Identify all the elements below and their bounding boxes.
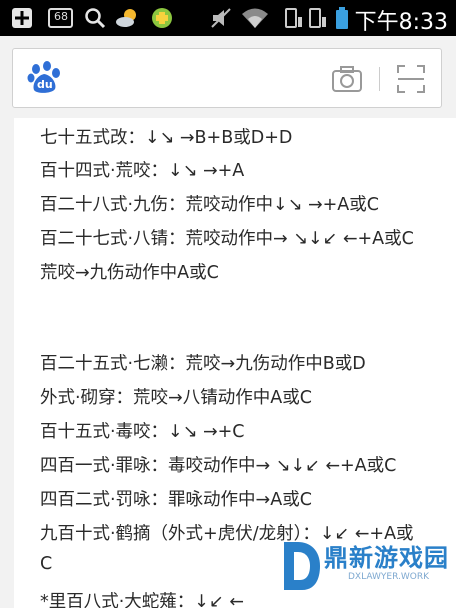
weather-icon <box>114 7 142 29</box>
status-bar: 68 下午8:33 <box>0 0 456 36</box>
baidu-logo-text: du <box>37 78 53 91</box>
notification-icon: 68 <box>48 7 74 29</box>
add-icon <box>10 7 34 29</box>
move-line: 百二十七式·八锖：荒咬动作中→ ↘↓↙ ←+A或C <box>40 229 414 249</box>
wifi-icon <box>240 7 270 29</box>
move-line: 四百二式·罚咏：罪咏动作中→A或C <box>40 490 312 510</box>
move-line: 荒咬→九伤动作中A或C <box>40 263 219 283</box>
move-line: 百十四式·荒咬：↓↘ →+A <box>40 161 245 181</box>
signal-2-icon <box>308 7 328 29</box>
watermark-brand: 鼎新游戏园 <box>324 544 449 572</box>
game-icon <box>150 7 174 29</box>
move-line: *里百八式·大蛇薙：↓↙ ← <box>40 592 244 608</box>
move-line: C <box>40 554 53 574</box>
search-icon <box>84 7 106 29</box>
status-time: 下午8:33 <box>354 10 448 35</box>
camera-icon[interactable] <box>331 65 363 93</box>
move-line: 七十五式改：↓↘ →B+B或D+D <box>40 128 293 148</box>
search-input[interactable]: du <box>12 48 442 108</box>
search-divider <box>379 67 380 91</box>
move-line: 百十五式·毒咬：↓↘ →+C <box>40 422 245 442</box>
move-line: 百二十五式·七濑：荒咬→九伤动作中B或D <box>40 354 366 374</box>
watermark-logo-icon <box>278 538 322 594</box>
notification-count: 68 <box>54 10 68 23</box>
move-line: 四百一式·罪咏：毒咬动作中→ ↘↓↙ ←+A或C <box>40 456 397 476</box>
watermark-sub: DXLAWYER.WORK <box>348 572 429 582</box>
watermark: 鼎新游戏园 DXLAWYER.WORK <box>276 534 452 598</box>
search-header: du <box>0 36 456 118</box>
battery-icon <box>334 7 350 29</box>
move-line: 百二十八式·九伤：荒咬动作中↓↘ →+A或C <box>40 195 379 215</box>
move-line: 外式·砌穿：荒咬→八锖动作中A或C <box>40 388 312 408</box>
baidu-logo[interactable]: du <box>27 61 61 95</box>
scan-icon[interactable] <box>395 63 427 95</box>
signal-1-icon <box>284 7 304 29</box>
mute-icon <box>210 7 234 29</box>
